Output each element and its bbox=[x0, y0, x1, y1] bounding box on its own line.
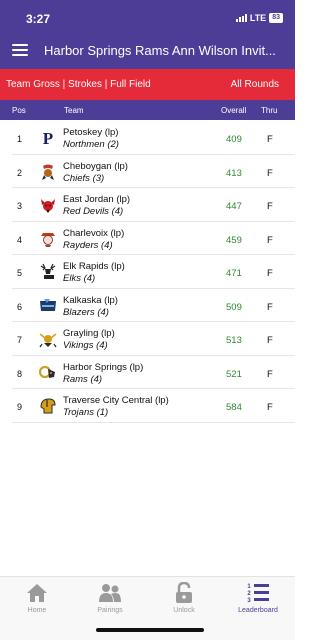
blazers-logo-icon bbox=[38, 297, 58, 315]
table-row[interactable]: 4 Charlevoix (lp) Rayders (4) 459 F bbox=[12, 222, 295, 255]
row-pos: 1 bbox=[17, 134, 23, 144]
row-pos: 4 bbox=[17, 234, 23, 245]
col-overall: Overall bbox=[221, 106, 247, 115]
table-row[interactable]: 1 P Petoskey (lp) Northmen (2) 409 F bbox=[12, 121, 295, 155]
pairings-icon bbox=[99, 584, 121, 602]
table-row[interactable]: 5 Elk Rapids (lp) Elks (4) 471 F bbox=[12, 255, 295, 289]
nav-leaderboard[interactable]: 1 2 3 Leaderboard bbox=[228, 582, 288, 614]
nav-pairings[interactable]: Pairings bbox=[80, 582, 140, 614]
overall-score: 521 bbox=[226, 368, 242, 380]
row-pos: 3 bbox=[17, 201, 23, 211]
table-row[interactable]: 2 Cheboygan (lp) Chiefs (3) 413 F bbox=[12, 155, 295, 188]
overall-score: 447 bbox=[226, 201, 242, 212]
col-team: Team bbox=[64, 106, 84, 115]
nav-pairings-label: Pairings bbox=[97, 607, 123, 614]
svg-text:P: P bbox=[43, 129, 53, 147]
table-row[interactable]: 9 Traverse City Central (lp) Trojans (1)… bbox=[12, 389, 295, 423]
team-mascot: Rams (4) bbox=[63, 373, 103, 385]
red-devil-logo-icon bbox=[38, 196, 58, 214]
nav-unlock-label: Unlock bbox=[173, 607, 195, 614]
thru-value: F bbox=[267, 268, 273, 279]
nav-unlock[interactable]: Unlock bbox=[154, 582, 214, 614]
overall-score: 584 bbox=[226, 402, 242, 413]
hamburger-menu-icon[interactable] bbox=[12, 44, 28, 56]
team-name: Grayling (lp) bbox=[63, 328, 115, 339]
team-mascot: Northmen (2) bbox=[63, 139, 119, 150]
thru-value: F bbox=[267, 134, 273, 145]
team-name: Harbor Springs (lp) bbox=[63, 361, 144, 373]
team-name: Elk Rapids (lp) bbox=[63, 261, 125, 272]
nav-home[interactable]: Home bbox=[7, 582, 67, 614]
team-mascot: Vikings (4) bbox=[63, 340, 108, 351]
team-mascot: Red Devils (4) bbox=[63, 206, 124, 217]
team-name: East Jordan (lp) bbox=[63, 194, 131, 205]
lock-icon bbox=[176, 582, 192, 603]
svg-text:1: 1 bbox=[247, 584, 251, 590]
thru-value: F bbox=[267, 368, 273, 380]
overall-score: 471 bbox=[226, 268, 242, 279]
leaderboard-table: 1 P Petoskey (lp) Northmen (2) 409 F 2 C… bbox=[12, 121, 295, 423]
team-mascot: Rayders (4) bbox=[63, 239, 113, 251]
overall-score: 409 bbox=[226, 134, 242, 145]
team-name: Cheboygan (lp) bbox=[63, 160, 128, 172]
team-mascot: Elks (4) bbox=[63, 273, 96, 284]
nav-home-label: Home bbox=[27, 607, 47, 614]
team-mascot: Blazers (4) bbox=[63, 306, 109, 318]
app-header: 3:27 LTE 83 Harbor Springs Rams Ann Wils… bbox=[0, 0, 295, 69]
vikings-logo-icon bbox=[38, 330, 58, 348]
overall-score: 513 bbox=[226, 335, 242, 346]
row-pos: 9 bbox=[17, 402, 23, 412]
table-row[interactable]: 6 Kalkaska (lp) Blazers (4) 509 F bbox=[12, 289, 295, 322]
status-time: 3:27 bbox=[26, 12, 51, 26]
ram-logo-icon bbox=[38, 364, 58, 382]
nav-leaderboard-label: Leaderboard bbox=[238, 607, 278, 614]
col-thru: Thru bbox=[261, 106, 278, 115]
row-pos: 8 bbox=[17, 368, 23, 379]
home-indicator bbox=[96, 628, 204, 632]
overall-score: 413 bbox=[226, 167, 242, 179]
team-name: Kalkaska (lp) bbox=[63, 294, 118, 306]
rayders-logo-icon bbox=[38, 230, 58, 248]
table-row[interactable]: 7 Grayling (lp) Vikings (4) 513 F bbox=[12, 322, 295, 356]
thru-value: F bbox=[267, 402, 273, 413]
row-pos: 2 bbox=[17, 167, 23, 178]
home-icon bbox=[27, 584, 47, 602]
column-header: Pos Team Overall Thru bbox=[0, 100, 295, 120]
trojan-logo-icon bbox=[38, 397, 58, 415]
col-pos: Pos bbox=[12, 106, 26, 115]
svg-text:2: 2 bbox=[247, 591, 251, 597]
team-name: Charlevoix (lp) bbox=[63, 227, 125, 239]
thru-value: F bbox=[267, 301, 273, 313]
network-label: LTE bbox=[249, 13, 267, 23]
rounds-filter[interactable]: All Rounds bbox=[231, 79, 279, 90]
battery-icon: 83 bbox=[269, 13, 283, 23]
filter-bar: Team Gross | Strokes | Full Field All Ro… bbox=[0, 69, 295, 100]
petoskey-p-logo-icon: P bbox=[38, 129, 58, 147]
leaderboard-icon: 1 2 3 bbox=[247, 584, 269, 604]
signal-icon bbox=[235, 14, 247, 22]
team-name: Traverse City Central (lp) bbox=[63, 395, 169, 406]
team-name: Petoskey (lp) bbox=[63, 127, 119, 138]
team-mascot: Chiefs (3) bbox=[63, 172, 105, 184]
scoring-filter[interactable]: Team Gross | Strokes | Full Field bbox=[6, 79, 151, 90]
elk-logo-icon bbox=[38, 263, 58, 281]
row-pos: 6 bbox=[17, 301, 23, 312]
thru-value: F bbox=[267, 234, 273, 246]
svg-text:3: 3 bbox=[247, 598, 251, 604]
overall-score: 509 bbox=[226, 301, 242, 313]
overall-score: 459 bbox=[226, 234, 242, 246]
thru-value: F bbox=[267, 201, 273, 212]
thru-value: F bbox=[267, 167, 273, 179]
team-mascot: Trojans (1) bbox=[63, 407, 109, 418]
page-title: Harbor Springs Rams Ann Wilson Invit... bbox=[44, 43, 276, 58]
table-row[interactable]: 8 Harbor Springs (lp) Rams (4) 521 F bbox=[12, 356, 295, 389]
thru-value: F bbox=[267, 335, 273, 346]
row-pos: 5 bbox=[17, 268, 23, 278]
status-indicators: LTE 83 bbox=[235, 13, 283, 23]
chiefs-logo-icon bbox=[38, 163, 58, 181]
row-pos: 7 bbox=[17, 335, 23, 345]
table-row[interactable]: 3 East Jordan (lp) Red Devils (4) 447 F bbox=[12, 188, 295, 222]
